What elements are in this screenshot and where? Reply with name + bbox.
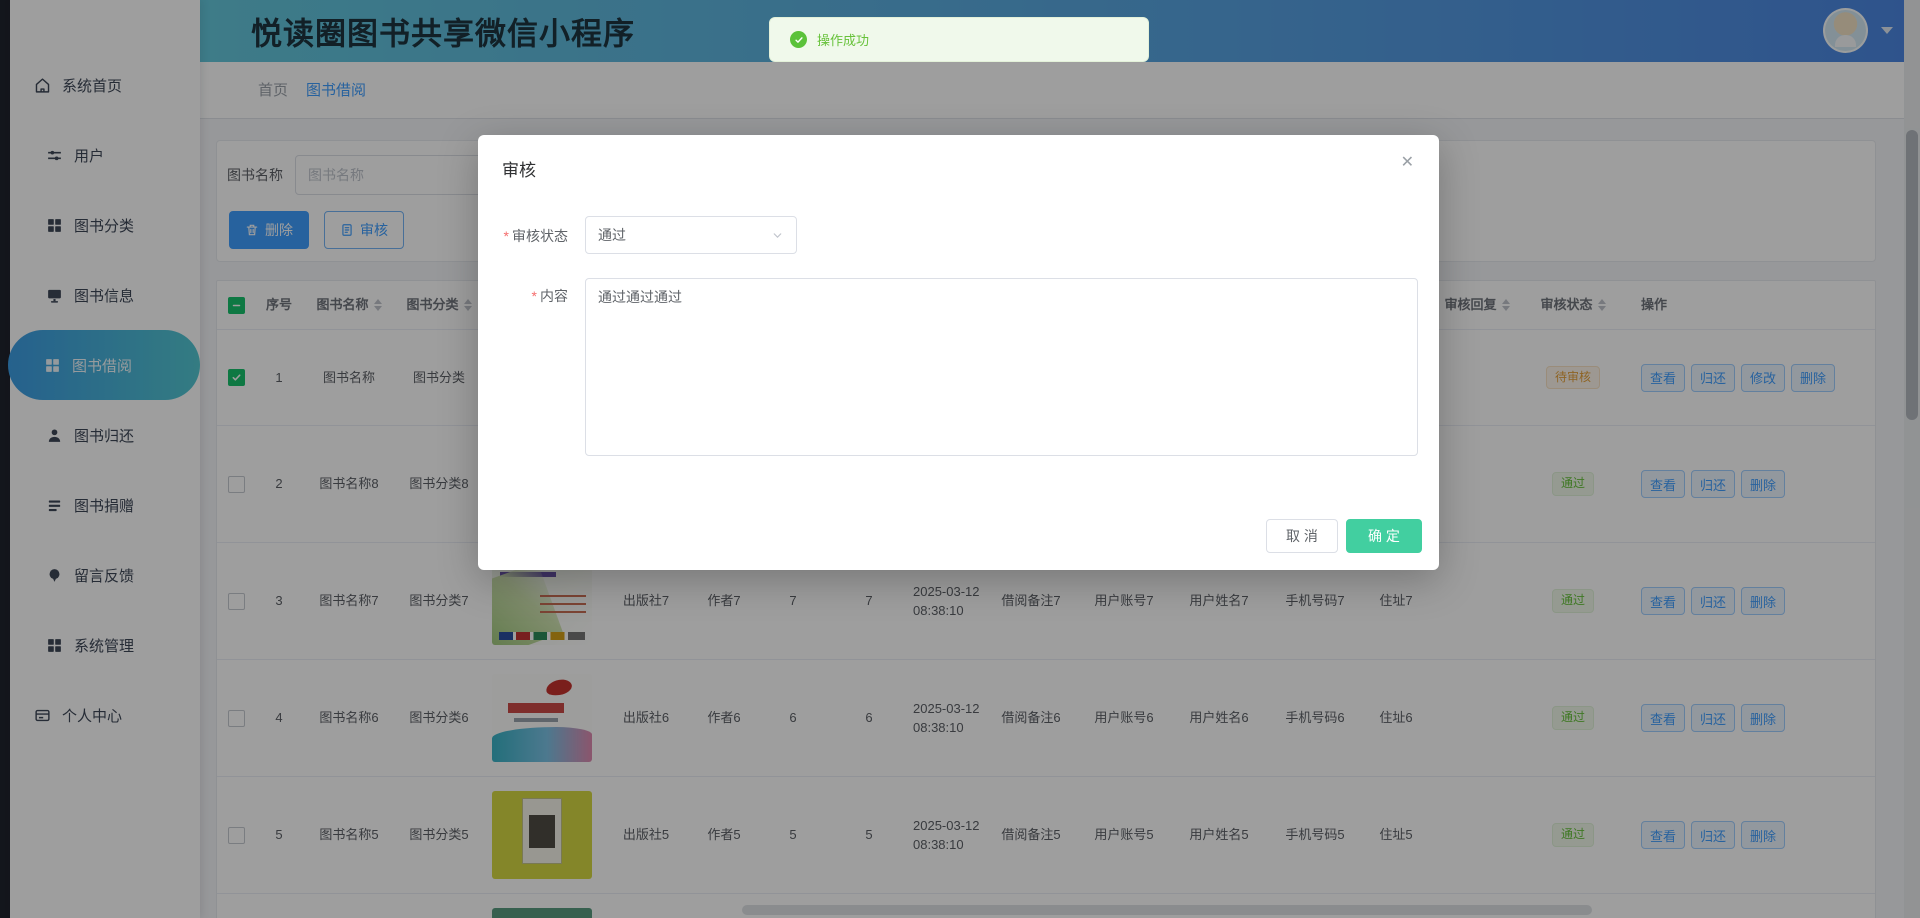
check-circle-icon [790,31,807,48]
content-textarea[interactable]: 通过通过通过 [585,278,1418,456]
toast-message: 操作成功 [817,30,869,49]
content-field-label: *内容 [490,286,568,306]
review-dialog: 审核 ✕ *审核状态 通过 *内容 通过通过通过 取 消 确 定 [478,135,1439,570]
app-window: 系统首页用户图书分类图书信息图书借阅图书归还图书捐赠留言反馈系统管理个人中心 悦… [0,0,1920,918]
status-select-value: 通过 [598,225,626,245]
cancel-button[interactable]: 取 消 [1266,519,1338,553]
chevron-down-icon [771,229,784,242]
close-icon[interactable]: ✕ [1401,155,1414,171]
status-select[interactable]: 通过 [585,216,797,254]
status-field-label: *审核状态 [490,226,568,246]
required-mark: * [504,228,509,244]
success-toast: 操作成功 [769,17,1149,62]
confirm-button[interactable]: 确 定 [1346,519,1422,553]
required-mark: * [532,288,537,304]
dialog-title: 审核 [502,156,536,181]
